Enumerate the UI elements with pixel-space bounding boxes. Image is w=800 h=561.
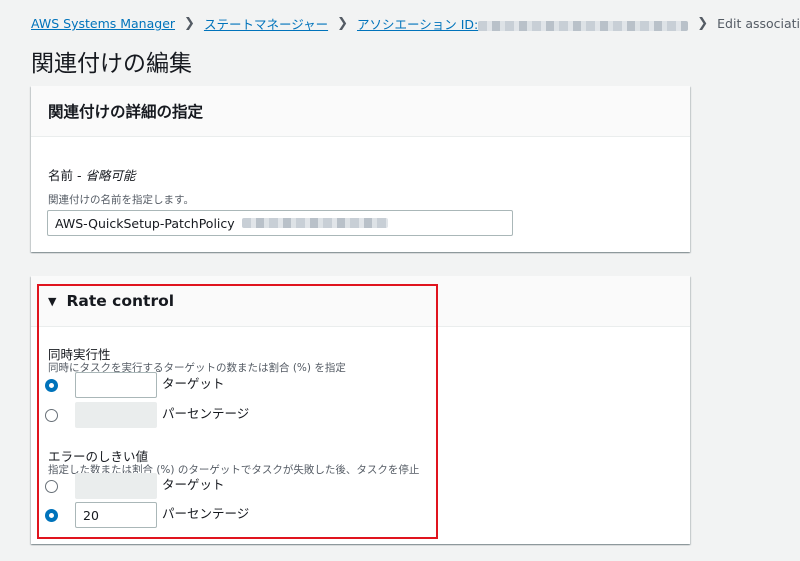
name-label: 名前 - <box>48 168 86 183</box>
error-percentage-radio[interactable] <box>45 508 58 522</box>
breadcrumb-state-manager[interactable]: ステートマネージャー <box>204 14 328 33</box>
error-targets-unit: ターゲット <box>162 477 225 492</box>
name-field-label: 名前 - 省略可能 <box>48 165 135 184</box>
association-name-input[interactable]: AWS-QuickSetup-PatchPolicy <box>47 210 513 236</box>
breadcrumb-current: Edit association <box>717 16 800 31</box>
concurrency-option-percentage: パーセンテージ <box>45 402 249 428</box>
breadcrumb-association-label: アソシエーション ID: <box>356 17 479 32</box>
error-percentage-unit: パーセンテージ <box>162 506 250 521</box>
breadcrumb-systems-manager[interactable]: AWS Systems Manager <box>31 16 175 31</box>
concurrency-option-targets: ターゲット <box>45 372 225 398</box>
chevron-right-icon: ❯ <box>697 16 709 31</box>
rate-control-panel: ▼ Rate control 同時実行性 同時にタスクを実行するターゲットの数ま… <box>31 276 690 544</box>
error-option-percentage: 20 パーセンテージ <box>45 502 249 528</box>
name-field-description: 関連付けの名前を指定します。 <box>48 194 194 206</box>
error-percentage-input[interactable]: 20 <box>75 502 157 528</box>
rate-control-header[interactable]: ▼ Rate control <box>31 276 690 327</box>
chevron-right-icon: ❯ <box>184 16 195 31</box>
redacted-id <box>478 20 689 31</box>
association-name-value: AWS-QuickSetup-PatchPolicy <box>55 215 235 231</box>
error-targets-radio[interactable] <box>45 479 58 493</box>
breadcrumb-association-id[interactable]: アソシエーション ID: <box>356 14 689 33</box>
concurrency-targets-radio[interactable] <box>45 378 58 392</box>
error-targets-input <box>75 473 157 499</box>
error-option-targets: ターゲット <box>45 473 225 499</box>
association-details-panel: 関連付けの詳細の指定 名前 - 省略可能 関連付けの名前を指定します。 AWS-… <box>31 86 690 252</box>
redacted-name-suffix <box>241 218 388 228</box>
chevron-right-icon: ❯ <box>337 16 348 31</box>
page-title: 関連付けの編集 <box>31 51 192 77</box>
concurrency-targets-unit: ターゲット <box>162 376 225 391</box>
optional-label: 省略可能 <box>85 168 136 183</box>
concurrency-percentage-radio[interactable] <box>45 408 58 422</box>
concurrency-targets-input[interactable] <box>75 372 157 398</box>
concurrency-percentage-input <box>75 402 157 428</box>
breadcrumb: AWS Systems Manager ❯ ステートマネージャー ❯ アソシエー… <box>31 14 800 33</box>
concurrency-percentage-unit: パーセンテージ <box>162 406 250 421</box>
rate-control-title: Rate control <box>66 292 175 310</box>
caret-down-icon: ▼ <box>48 294 57 308</box>
panel-header: 関連付けの詳細の指定 <box>31 86 690 137</box>
panel-title: 関連付けの詳細の指定 <box>48 103 204 121</box>
